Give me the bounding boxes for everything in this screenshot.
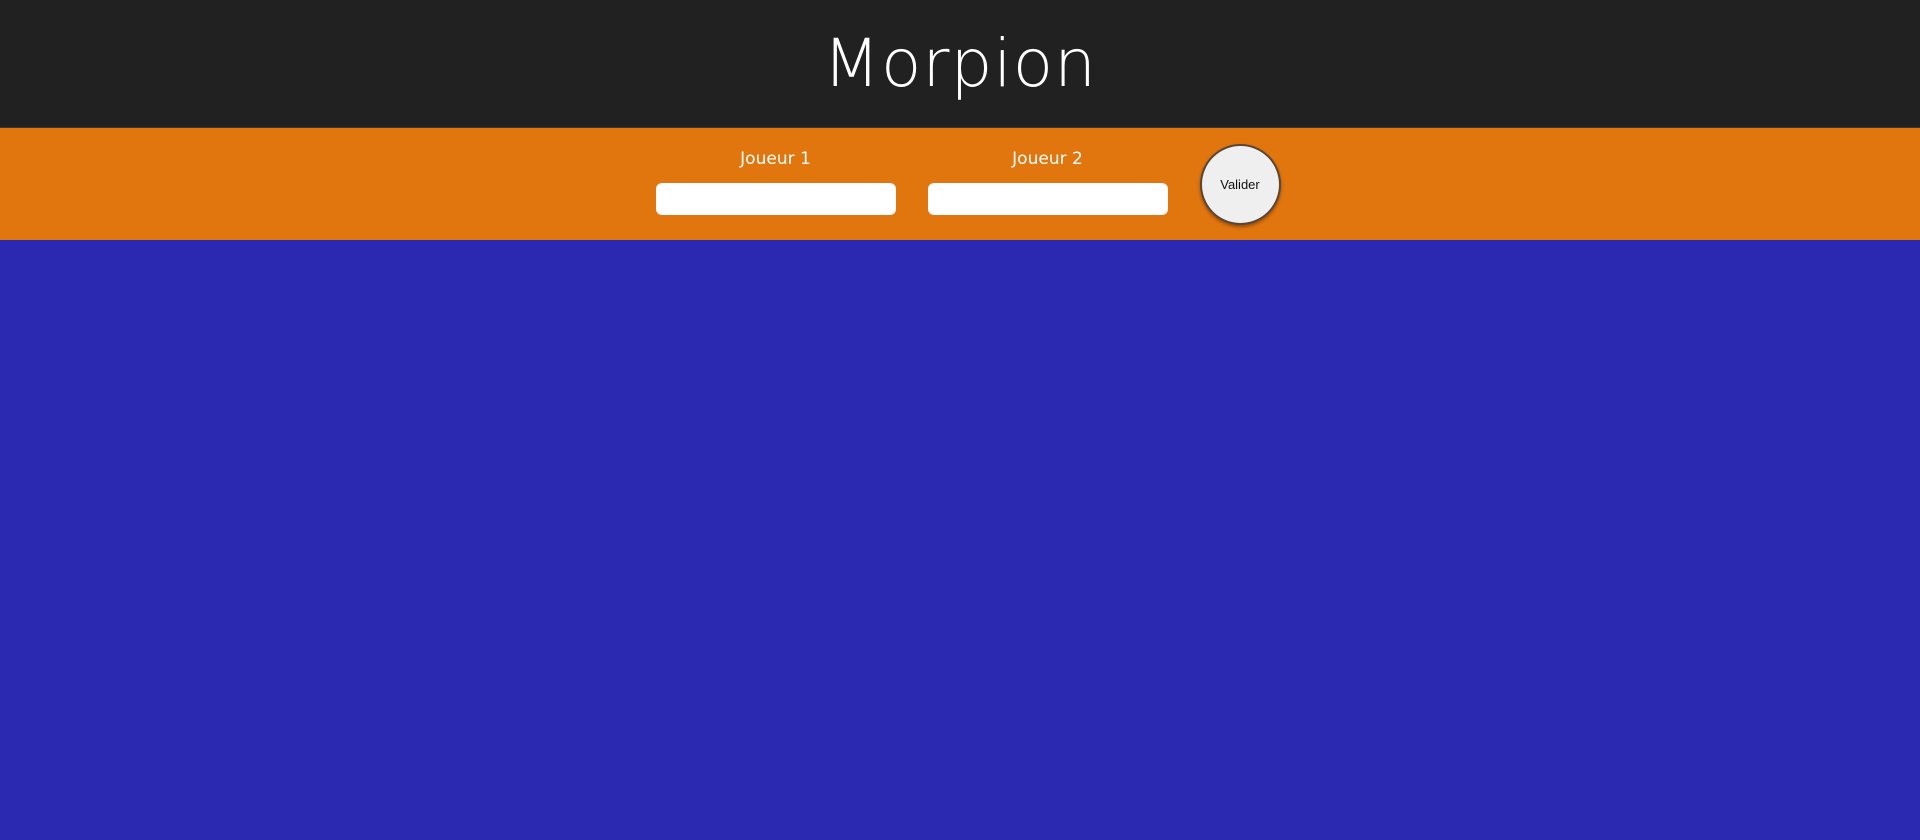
- player1-group: Joueur 1: [655, 149, 896, 215]
- player2-group: Joueur 2: [927, 149, 1168, 215]
- player1-input[interactable]: [655, 183, 896, 215]
- player1-label: Joueur 1: [740, 149, 811, 169]
- validate-button[interactable]: Valider: [1199, 143, 1281, 225]
- page-title: Morpion: [823, 25, 1097, 102]
- players-form: Joueur 1 Joueur 2 Valider: [0, 128, 1920, 240]
- page-header: Morpion: [0, 0, 1920, 128]
- player2-input[interactable]: [927, 183, 1168, 215]
- player2-label: Joueur 2: [1012, 149, 1083, 169]
- game-board-area: [0, 240, 1920, 840]
